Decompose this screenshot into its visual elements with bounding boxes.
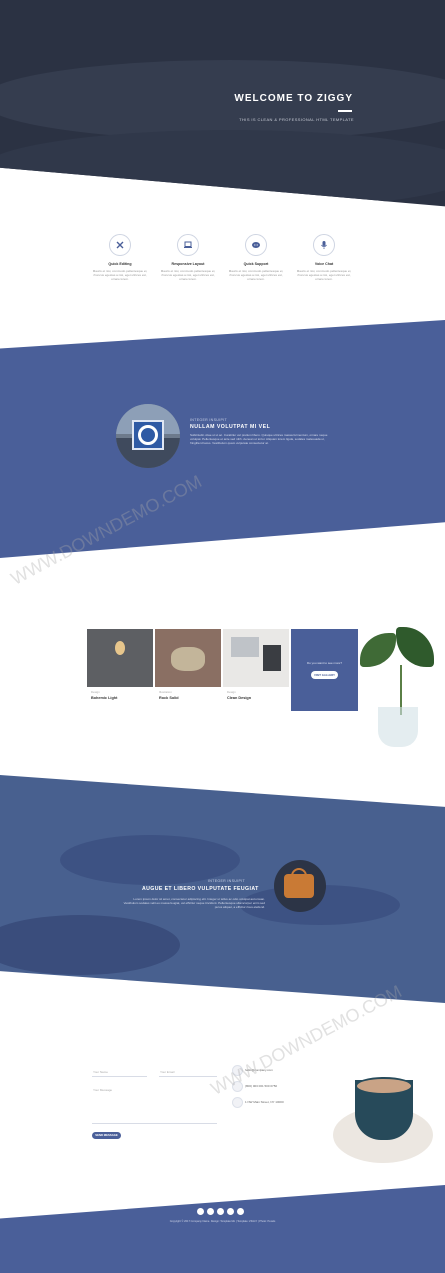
facebook-icon[interactable]	[197, 1208, 204, 1215]
gallery-cta-text: Do you want to see more?	[306, 661, 343, 665]
testimonial-text: Lorem ipsum dolor sit amet, consectetur …	[123, 897, 265, 909]
message-textarea[interactable]: Your Message	[92, 1086, 217, 1124]
feature-item: Voice Chat Mauris et nisi, commodo pelle…	[294, 234, 354, 281]
feature-text: Mauris et nisi, commodo pellentesque et,…	[92, 269, 148, 281]
send-message-button[interactable]: SEND MESSAGE	[92, 1132, 121, 1139]
chat-icon	[245, 234, 267, 256]
feature-text: Mauris et nisi, commodo pellentesque et,…	[228, 269, 284, 281]
feature-text: Mauris et nisi, commodo pellentesque et,…	[296, 269, 352, 281]
portfolio-image	[223, 629, 289, 687]
feature-item: Quick Support Mauris et nisi, commodo pe…	[226, 234, 286, 281]
portfolio-category: Design	[91, 690, 100, 694]
location-icon	[232, 1097, 243, 1108]
instagram-icon[interactable]	[237, 1208, 244, 1215]
hero-hill-shape	[0, 130, 445, 207]
island-shape	[60, 835, 240, 885]
portfolio-title: Bohemic Light	[91, 696, 118, 700]
portfolio-category: Illustration	[159, 690, 172, 694]
tools-icon	[109, 234, 131, 256]
feature-item: Responsive Layout Mauris et nisi, commod…	[158, 234, 218, 281]
contact-phone: (800) 003 001 500 0750	[245, 1084, 278, 1088]
plant-image	[358, 625, 445, 750]
feature-title: Responsive Layout	[171, 262, 205, 266]
portfolio-title: Clean Design	[227, 696, 252, 700]
testimonial-eyebrow: INTEGER INSUIPIT	[208, 879, 245, 883]
feature-item: Quick Editing Mauris et nisi, commodo pe…	[90, 234, 150, 281]
gallery-cta-box	[291, 629, 358, 711]
portfolio-title: Rock Solid	[159, 696, 179, 700]
hero-title: WELCOME TO ZIGGY	[234, 93, 353, 104]
feature-text: Mauris et nisi, commodo pellentesque et,…	[160, 269, 216, 281]
hero-divider	[338, 110, 352, 112]
portfolio-item[interactable]: Illustration Rock Solid	[155, 629, 221, 711]
laptop-icon	[177, 234, 199, 256]
hero-hill-shape	[0, 60, 445, 140]
feature-title: Quick Editing	[108, 262, 132, 266]
portfolio-item[interactable]: Design Bohemic Light	[87, 629, 153, 711]
island-shape	[0, 915, 180, 975]
about-text: Sollicitudin vitae ut ut ac. Curabitur v…	[190, 433, 328, 445]
footer	[0, 1185, 445, 1273]
visit-gallery-button[interactable]: VISIT GALLERY	[311, 671, 338, 679]
dribbble-icon[interactable]	[227, 1208, 234, 1215]
email-input[interactable]: Your Email	[159, 1068, 217, 1077]
name-input[interactable]: Your Name	[92, 1068, 147, 1077]
hero-section	[0, 0, 445, 207]
copyright-text: Copyright © 2017 Company Name. Design: T…	[169, 1220, 276, 1223]
portfolio-category: Design	[227, 690, 236, 694]
testimonial-image	[274, 860, 326, 912]
portfolio-image	[87, 629, 153, 687]
microphone-icon	[313, 234, 335, 256]
portfolio-item[interactable]: Design Clean Design	[223, 629, 289, 711]
twitter-icon[interactable]	[207, 1208, 214, 1215]
about-eyebrow: INTEGER INSUIPIT	[190, 418, 227, 422]
hero-subtitle: THIS IS CLEAN & PROFESSIONAL HTML TEMPLA…	[239, 117, 354, 122]
about-image	[116, 404, 180, 468]
feature-title: Quick Support	[243, 262, 269, 266]
testimonial-title: AUGUE ET LIBERO VULPUTATE FEUGIAT	[142, 886, 259, 892]
coffee-cup-image	[325, 1075, 440, 1170]
feature-title: Voice Chat	[314, 262, 334, 266]
portfolio-image	[155, 629, 221, 687]
linkedin-icon[interactable]	[217, 1208, 224, 1215]
contact-address: 1 NW Main Street, NY 10000	[245, 1100, 284, 1104]
about-title: NULLAM VOLUTPAT MI VEL	[190, 424, 271, 430]
